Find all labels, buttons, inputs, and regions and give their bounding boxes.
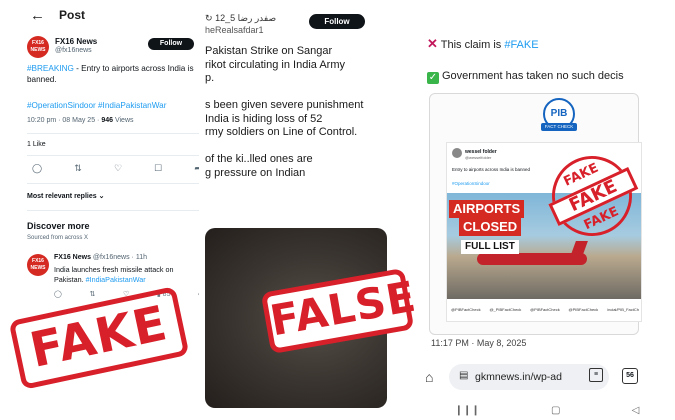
author-name[interactable]: ↻ 12_5 صفدر رضا: [205, 13, 276, 24]
follow-button[interactable]: Follow: [309, 14, 365, 29]
avatar: [452, 148, 462, 158]
divider: [27, 183, 202, 184]
post-hashtags[interactable]: #OperationSindoor #IndiaPakistanWar: [27, 101, 166, 110]
cross-mark-icon: ✕: [427, 36, 438, 51]
repost-icon[interactable]: ⇅: [74, 163, 82, 174]
likes-count[interactable]: 1 Like: [27, 141, 46, 148]
system-nav-bar: ❙❙❙ ▢ ◁: [419, 400, 675, 420]
reply-icon[interactable]: ◯: [54, 290, 62, 298]
replies-sort-dropdown[interactable]: Most relevant replies ⌄: [27, 192, 104, 200]
urdu-tweet-panel: ↻ 12_5 صفدر رضا heRealsafdar1 Follow Pak…: [199, 0, 402, 420]
check-mark-icon: ✓: [427, 72, 439, 84]
fake-hashtag[interactable]: #FAKE: [504, 39, 538, 51]
related-author[interactable]: FX16 News @fx16news · 11h: [54, 254, 147, 261]
back-arrow-icon[interactable]: ←: [30, 7, 45, 24]
recents-icon[interactable]: ❙❙❙: [455, 405, 480, 416]
government-line: ✓ Government has taken no such decis: [427, 70, 624, 84]
tabs-count-button[interactable]: 56: [622, 368, 638, 384]
follow-button[interactable]: Follow: [148, 38, 194, 50]
bookmark-icon[interactable]: ☐: [154, 163, 162, 174]
author-handle[interactable]: @fx16news: [55, 47, 92, 54]
embedded-text: Entry to airports across India is banned: [452, 167, 531, 172]
headline: AIRPORTS CLOSED FULL LIST: [449, 200, 557, 254]
like-icon[interactable]: ♡: [114, 163, 122, 174]
x-post-panel: ← Post FX16 NEWS FX16 News @fx16news Fol…: [0, 0, 212, 420]
divider: [27, 133, 202, 134]
related-post-text[interactable]: India launches fresh missile attack on P…: [54, 265, 204, 285]
reader-mode-icon[interactable]: ≡: [589, 368, 603, 382]
refresh-icon: ↻: [205, 13, 213, 23]
claim-line: ✕ This claim is #FAKE: [427, 36, 539, 51]
reply-icon[interactable]: ◯: [32, 163, 42, 174]
divider: [27, 210, 202, 211]
embedded-hashtag: #OperationSindoor: [452, 181, 490, 186]
views-count: 946: [101, 117, 114, 124]
post-actions: ◯ ⇅ ♡ ☐ ➦: [32, 163, 202, 174]
author-handle[interactable]: heRealsafdar1: [205, 25, 264, 35]
author-name[interactable]: FX16 News: [55, 37, 97, 46]
fact-check-panel: ✕ This claim is #FAKE ✓ Government has ta…: [419, 0, 675, 420]
discover-source: Sourced from across X: [27, 235, 89, 241]
lock-icon[interactable]: ▤: [459, 370, 468, 381]
avatar[interactable]: FX16 NEWS: [27, 254, 49, 276]
fake-stamp: FAKE: [8, 286, 190, 390]
breaking-hashtag[interactable]: #BREAKING: [27, 64, 74, 73]
post-meta: 10:20 pm · 08 May 25 · 946 Views: [27, 117, 134, 124]
chevron-down-icon: ⌄: [98, 193, 105, 200]
browser-toolbar: ⌂ ▤ gkmnews.in/wp-ad ≡ 56: [419, 358, 675, 394]
social-handles: @PIBFactCheck @_PIBFactCheck @PIBFactChe…: [451, 307, 639, 312]
fact-check-card[interactable]: PIB FACT CHECK wessel folder @wesselfold…: [429, 93, 646, 335]
address-bar[interactable]: ▤ gkmnews.in/wp-ad: [449, 364, 609, 390]
post-text: Pakistan Strike on Sangar rikot circulat…: [205, 45, 364, 179]
pib-fact-check-label: FACT CHECK: [541, 123, 577, 131]
url-text[interactable]: gkmnews.in/wp-ad: [475, 371, 562, 383]
avatar[interactable]: FX16 NEWS: [27, 36, 49, 58]
embedded-handle: @wesselfolder: [465, 155, 492, 160]
discover-title: Discover more: [27, 221, 90, 231]
home-button-icon[interactable]: ▢: [551, 405, 560, 416]
home-icon[interactable]: ⌂: [425, 369, 433, 385]
repost-icon[interactable]: ⇅: [89, 290, 95, 298]
post-timestamp: 11:17 PM · May 8, 2025: [431, 338, 527, 348]
post-text: #BREAKING - Entry to airports across Ind…: [27, 64, 194, 84]
divider: [27, 155, 202, 156]
page-title: Post: [59, 8, 86, 22]
back-icon[interactable]: ◁: [632, 405, 640, 416]
